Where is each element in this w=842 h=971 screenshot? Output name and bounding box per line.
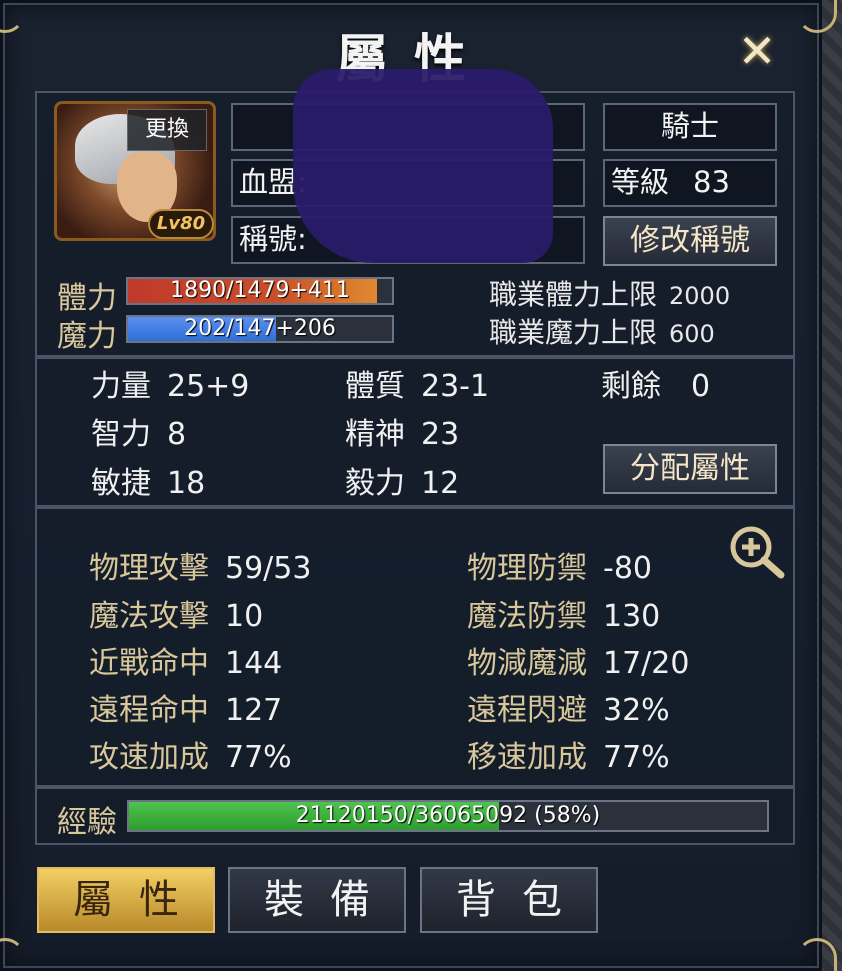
class-field: 騎士 <box>603 103 777 151</box>
stat-intelligence: 智力 8 <box>91 409 186 453</box>
combat-value: 77% <box>603 740 670 775</box>
mp-limit-value: 600 <box>669 320 715 348</box>
stat-label: 智力 <box>91 417 151 452</box>
exp-bar: 21120150/36065092 (58%) <box>127 800 769 832</box>
combat-label: 近戰命中 <box>89 646 209 681</box>
combat-magic-defense: 魔法防禦 130 <box>467 591 660 635</box>
combat-label: 魔法攻擊 <box>89 599 209 634</box>
stat-value: 25+9 <box>167 369 250 404</box>
stat-willpower: 毅力 12 <box>345 458 459 502</box>
tab-inventory[interactable]: 背包 <box>420 867 598 933</box>
hp-limit-label: 職業體力上限 <box>489 278 658 311</box>
level-label: 等級 <box>611 165 670 199</box>
mp-limit-row: 職業魔力上限 600 <box>489 311 715 351</box>
mp-label: 魔力 <box>57 319 117 354</box>
attributes-panel: 屬性 ✕ 更換 Lv80 騎士 血盟: 等級 83 稱號: 修改稱號 體力 189… <box>0 0 837 971</box>
combat-melee-hit: 近戰命中 144 <box>89 638 282 682</box>
hp-bar-text: 1890/1479+411 <box>170 278 350 303</box>
mp-bar: 202/147+206 <box>126 315 394 343</box>
combat-value: 77% <box>225 740 292 775</box>
exp-label: 經驗 <box>57 805 117 840</box>
combat-label: 物理攻擊 <box>89 551 209 586</box>
close-button[interactable]: ✕ <box>733 27 781 75</box>
stat-label: 剩餘 <box>601 369 661 404</box>
hp-limit-row: 職業體力上限 2000 <box>489 273 730 313</box>
combat-attack-speed: 攻速加成 77% <box>89 732 292 776</box>
stat-label: 敏捷 <box>91 466 151 501</box>
stat-strength: 力量 25+9 <box>91 361 249 405</box>
combat-label: 物理防禦 <box>467 551 587 586</box>
stat-dexterity: 敏捷 18 <box>91 458 205 502</box>
stat-value: 23 <box>421 417 460 452</box>
stat-label: 體質 <box>345 369 405 404</box>
combat-label: 物減魔減 <box>467 646 587 681</box>
combat-value: 10 <box>225 599 264 634</box>
stat-constitution: 體質 23-1 <box>345 361 489 405</box>
allocate-stats-button[interactable]: 分配屬性 <box>603 444 777 494</box>
hp-limit-value: 2000 <box>669 282 731 310</box>
level-field: 等級 83 <box>603 159 777 207</box>
combat-move-speed: 移速加成 77% <box>467 732 670 776</box>
corner-ornament <box>797 938 837 971</box>
combat-value: -80 <box>603 551 652 586</box>
combat-ranged-dodge: 遠程閃避 32% <box>467 685 670 729</box>
combat-ranged-hit: 遠程命中 127 <box>89 685 282 729</box>
stat-value: 8 <box>167 417 187 452</box>
corner-ornament <box>0 938 25 971</box>
stat-label: 毅力 <box>345 466 405 501</box>
combat-label: 攻速加成 <box>89 740 209 775</box>
stat-value: 12 <box>421 466 460 501</box>
combat-label: 遠程閃避 <box>467 693 587 728</box>
close-icon: ✕ <box>737 24 777 78</box>
combat-magic-attack: 魔法攻擊 10 <box>89 591 263 635</box>
change-avatar-button[interactable]: 更換 <box>127 109 207 151</box>
mp-limit-label: 職業魔力上限 <box>489 316 658 349</box>
exp-bar-text: 21120150/36065092 (58%) <box>295 803 601 828</box>
stat-remaining: 剩餘 0 <box>601 361 710 405</box>
combat-label: 移速加成 <box>467 740 587 775</box>
combat-physical-attack: 物理攻擊 59/53 <box>89 543 311 587</box>
level-value: 83 <box>693 165 730 199</box>
combat-label: 遠程命中 <box>89 693 209 728</box>
edit-title-button[interactable]: 修改稱號 <box>603 216 777 266</box>
combat-value: 130 <box>603 599 661 634</box>
stat-value: 23-1 <box>421 369 490 404</box>
combat-value: 32% <box>603 693 670 728</box>
stat-label: 精神 <box>345 417 405 452</box>
title-label: 稱號: <box>239 222 307 256</box>
tab-attributes[interactable]: 屬性 <box>37 867 215 933</box>
combat-damage-reduction: 物減魔減 17/20 <box>467 638 689 682</box>
combat-value: 144 <box>225 646 283 681</box>
stat-value: 0 <box>691 369 711 404</box>
avatar-level-badge: Lv80 <box>148 209 214 239</box>
stat-label: 力量 <box>91 369 151 404</box>
mp-bar-text: 202/147+206 <box>184 316 336 341</box>
stat-value: 18 <box>167 466 206 501</box>
combat-physical-defense: 物理防禦 -80 <box>467 543 652 587</box>
combat-value: 59/53 <box>225 551 312 586</box>
zoom-in-icon[interactable] <box>725 523 789 581</box>
stat-spirit: 精神 23 <box>345 409 459 453</box>
combat-label: 魔法防禦 <box>467 599 587 634</box>
combat-value: 17/20 <box>603 646 690 681</box>
tab-equipment[interactable]: 裝備 <box>228 867 406 933</box>
hp-bar: 1890/1479+411 <box>126 277 394 305</box>
redaction-overlay <box>293 69 553 263</box>
combat-value: 127 <box>225 693 283 728</box>
